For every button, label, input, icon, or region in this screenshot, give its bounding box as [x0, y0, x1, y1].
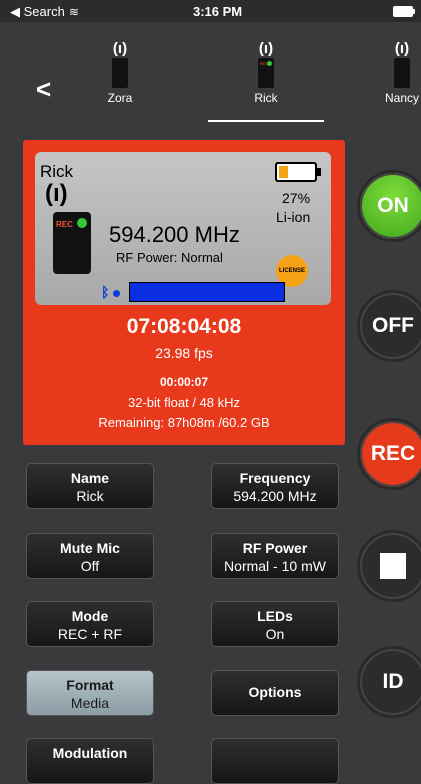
record-duration: 00:00:07	[159, 375, 209, 389]
mode-button[interactable]: Mode REC + RF	[26, 601, 154, 647]
button-title: Modulation	[52, 745, 128, 761]
audio-level-meter	[129, 282, 285, 302]
id-button[interactable]: ID	[357, 646, 421, 718]
button-value: Normal - 10 mW	[224, 558, 326, 574]
stop-icon	[380, 553, 406, 579]
audio-format: 32-bit float / 48 kHz	[128, 395, 240, 410]
antenna-icon: (ı)	[45, 180, 68, 207]
off-button[interactable]: OFF	[357, 290, 421, 362]
transmitter-nancy[interactable]: (ı) Nancy	[362, 40, 421, 105]
button-title: Frequency	[239, 470, 311, 486]
button-value: Media	[70, 695, 110, 711]
timecode: 07:08:04:08	[126, 315, 242, 338]
name-button[interactable]: Name Rick	[26, 463, 154, 509]
lcd-frequency: 594.200 MHz	[109, 222, 240, 247]
back-to-search[interactable]: ◀ Search ≋	[10, 4, 79, 20]
battery-type: Li-ion	[276, 209, 311, 225]
button-value: Off	[80, 558, 100, 574]
transmitter-selector: < (ı) Zora (ı) REC Rick (ı) Nancy	[0, 22, 421, 132]
antenna-icon: (ı)	[112, 40, 128, 57]
button-title: Format	[66, 677, 114, 693]
format-media-button[interactable]: Format Media	[26, 670, 154, 716]
selected-indicator	[208, 120, 324, 122]
on-button[interactable]: ON	[357, 170, 421, 242]
rec-tag: REC	[260, 61, 269, 66]
battery-fill	[279, 166, 288, 178]
back-to-search-label: ◀ Search	[10, 4, 65, 19]
rf-power-button[interactable]: RF Power Normal - 10 mW	[211, 533, 339, 579]
modulation-button[interactable]: Modulation	[26, 738, 154, 784]
button-value: REC + RF	[57, 626, 123, 642]
transmitter-label: Nancy	[384, 91, 419, 105]
bluetooth-dot	[113, 290, 120, 297]
battery-gauge-icon	[275, 162, 321, 182]
battery-icon	[393, 6, 415, 17]
antenna-icon: (ı)	[394, 40, 410, 57]
grid-button-partial[interactable]	[211, 738, 339, 784]
button-value: On	[265, 626, 285, 642]
mute-mic-button[interactable]: Mute Mic Off	[26, 533, 154, 579]
transmitter-zora[interactable]: (ı) Zora	[80, 40, 160, 105]
lcd-name: Rick	[40, 162, 74, 181]
transmitter-rick[interactable]: (ı) REC Rick	[226, 40, 306, 105]
leds-button[interactable]: LEDs On	[211, 601, 339, 647]
button-value: Rick	[76, 488, 104, 504]
options-button[interactable]: Options	[211, 670, 339, 716]
led-icon	[77, 218, 87, 228]
transmitter-icon	[394, 58, 410, 88]
button-value: 594.200 MHz	[233, 488, 317, 504]
antenna-icon: (ı)	[258, 40, 274, 57]
remaining-space: Remaining: 87h08m /60.2 GB	[98, 415, 270, 430]
bluetooth-icon: ᛒ	[101, 284, 110, 300]
transmitter-icon	[112, 58, 128, 88]
lcd-rf-power: RF Power: Normal	[116, 250, 223, 265]
rec-button[interactable]: REC	[357, 418, 421, 490]
transmitter-label: Zora	[107, 91, 133, 105]
stop-button[interactable]	[357, 530, 421, 602]
status-panel: Rick (ı) REC 594.200 MHz RF Power: Norma…	[23, 140, 345, 445]
status-bar: ◀ Search ≋ 3:16 PM	[0, 0, 421, 22]
frequency-button[interactable]: Frequency 594.200 MHz	[211, 463, 339, 509]
button-title: RF Power	[242, 540, 308, 556]
status-time: 3:16 PM	[193, 4, 243, 19]
button-title: Mode	[71, 608, 109, 624]
frame-rate: 23.98 fps	[155, 345, 213, 361]
transmitter-icon: REC	[53, 212, 91, 274]
back-chevron-icon[interactable]: <	[36, 74, 51, 105]
transmitter-label: Rick	[254, 91, 278, 105]
wifi-icon: ≋	[68, 5, 79, 19]
button-title: Name	[70, 470, 110, 486]
button-title: LEDs	[257, 608, 293, 624]
lcd-display: Rick (ı) REC 594.200 MHz RF Power: Norma…	[35, 152, 331, 305]
button-title: Mute Mic	[60, 540, 120, 556]
battery-percent: 27%	[282, 190, 311, 206]
rec-tag: REC	[56, 220, 73, 229]
transmitter-icon: REC	[258, 58, 274, 88]
